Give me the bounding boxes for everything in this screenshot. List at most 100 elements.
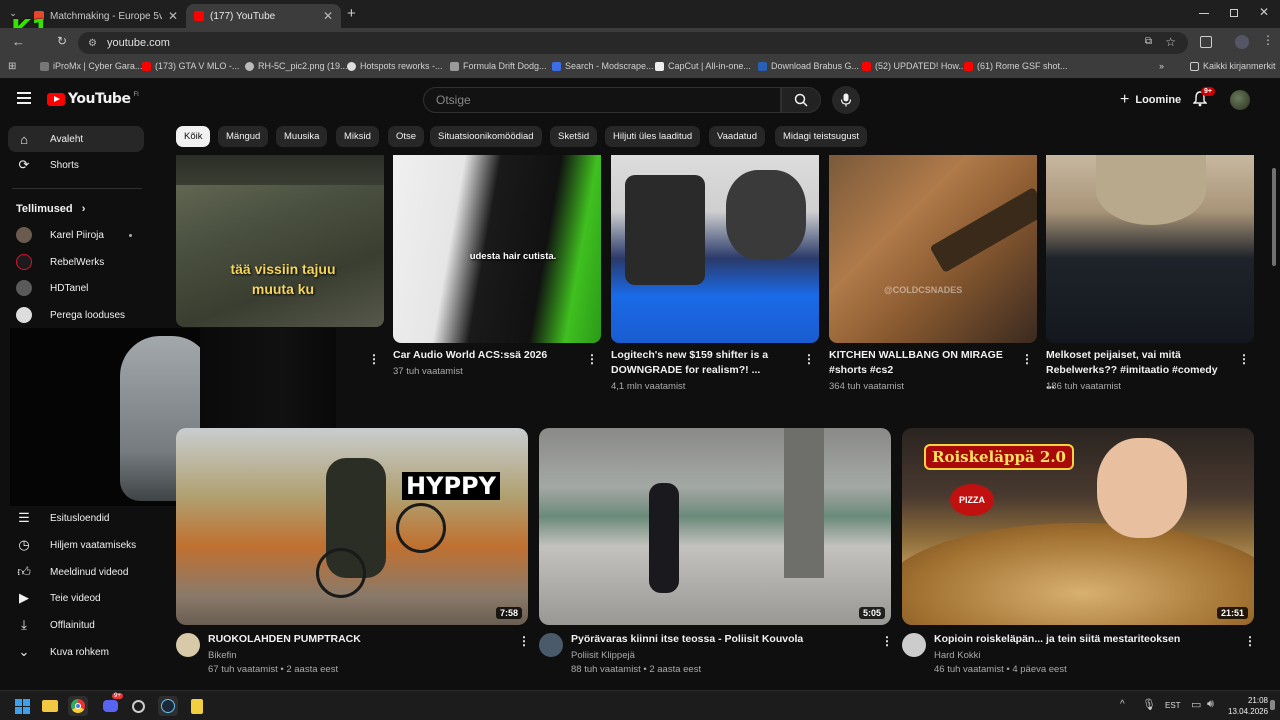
install-icon[interactable]: ⧉ bbox=[1145, 36, 1152, 47]
bookmark-star-icon[interactable]: ☆ bbox=[1165, 35, 1176, 49]
reload-icon[interactable]: ↻ bbox=[57, 34, 67, 48]
more-actions-icon[interactable]: ⋮ bbox=[803, 352, 815, 366]
restore-icon[interactable] bbox=[1230, 9, 1238, 17]
sidebar-item-playlists[interactable]: ☰ Esitusloendid bbox=[8, 505, 144, 531]
account-avatar[interactable] bbox=[1230, 90, 1250, 110]
bookmark-item[interactable]: CapCut | All-in-one... bbox=[655, 61, 751, 71]
video-title[interactable]: Pyörävaras kiinni itse teossa - Poliisit… bbox=[571, 633, 803, 645]
video-thumbnail[interactable]: Roiskeläppä 2.0 PIZZA 21:51 bbox=[902, 428, 1254, 625]
keyboard-layout[interactable]: EST bbox=[1165, 701, 1181, 710]
bookmark-item[interactable]: RH-5C_pic2.png (19... bbox=[245, 61, 348, 71]
short-thumbnail[interactable]: @COLDCSNADES bbox=[829, 155, 1037, 343]
voice-search-button[interactable] bbox=[832, 86, 860, 114]
discord-icon[interactable]: 9+ bbox=[100, 693, 123, 716]
apps-icon[interactable]: ⊞ bbox=[8, 61, 16, 72]
more-actions-icon[interactable]: ⋮ bbox=[586, 352, 598, 366]
chip-mixes[interactable]: Miksid bbox=[336, 126, 379, 147]
close-icon[interactable]: ✕ bbox=[168, 9, 178, 23]
bookmark-item[interactable]: (173) GTA V MLO -... bbox=[142, 61, 239, 71]
new-tab-button[interactable]: + bbox=[347, 5, 356, 22]
chip-recently-uploaded[interactable]: Hiljuti üles laaditud bbox=[605, 126, 701, 147]
bookmark-item[interactable]: (52) UPDATED! How... bbox=[862, 61, 966, 71]
subscription-item[interactable]: HDTanel bbox=[8, 275, 144, 301]
bookmark-item[interactable]: Formula Drift Dodg... bbox=[450, 61, 547, 71]
tab-youtube[interactable]: (177) YouTube ✕ bbox=[186, 4, 341, 28]
microphone-tray-icon[interactable]: 🎙︎ bbox=[1142, 698, 1156, 711]
chip-live[interactable]: Otse bbox=[388, 126, 425, 147]
tray-chevron-icon[interactable]: ^ bbox=[1120, 699, 1125, 710]
steam-icon[interactable] bbox=[158, 696, 178, 716]
sidebar-item-show-more[interactable]: ⌄ Kuva rohkem bbox=[8, 639, 144, 665]
more-actions-icon[interactable]: ⋮ bbox=[1244, 634, 1256, 648]
more-actions-icon[interactable]: ⋮ bbox=[1238, 352, 1250, 366]
address-bar[interactable]: ⚙ youtube.com ☆ ⧉ bbox=[78, 32, 1188, 54]
subscriptions-header[interactable]: Tellimused › bbox=[16, 203, 85, 215]
notes-icon[interactable] bbox=[187, 696, 207, 716]
chip-sitcoms[interactable]: Situatsioonikomöödiad bbox=[430, 126, 542, 147]
channel-avatar[interactable] bbox=[176, 633, 200, 657]
more-actions-icon[interactable]: ⋮ bbox=[518, 634, 530, 648]
menu-icon[interactable]: ⋮ bbox=[1262, 33, 1274, 47]
sidebar-item-home[interactable]: ⌂ Avaleht bbox=[8, 126, 144, 152]
notification-center-icon[interactable] bbox=[1270, 700, 1275, 710]
short-thumbnail[interactable] bbox=[1046, 155, 1254, 343]
short-thumbnail[interactable]: udesta hair cutista. bbox=[393, 155, 601, 343]
bookmark-item[interactable]: Search - Modscrape... bbox=[552, 61, 654, 71]
clock[interactable]: 21:08 13.04.2026 bbox=[1228, 695, 1268, 717]
page-scrollbar[interactable] bbox=[1272, 168, 1276, 266]
minimize-icon[interactable] bbox=[1199, 13, 1209, 14]
bookmark-item[interactable]: Download Brabus G... bbox=[758, 61, 859, 71]
app-icon[interactable] bbox=[128, 696, 148, 716]
more-actions-icon[interactable]: ⋮ bbox=[368, 352, 380, 366]
sidebar-item-shorts[interactable]: ⟳ Shorts bbox=[8, 152, 144, 178]
search-button[interactable] bbox=[781, 87, 821, 113]
short-thumbnail[interactable]: tää vissiin tajuu muuta ku bbox=[176, 155, 384, 327]
channel-avatar[interactable] bbox=[539, 633, 563, 657]
profile-avatar[interactable] bbox=[1235, 35, 1249, 49]
subscription-item[interactable]: Perega looduses bbox=[8, 302, 144, 328]
create-button[interactable]: + Loomine bbox=[1110, 87, 1191, 113]
more-actions-icon[interactable]: ⋮ bbox=[881, 634, 893, 648]
all-bookmarks-folder[interactable]: Kaikki kirjanmerkit bbox=[1190, 61, 1276, 71]
more-actions-icon[interactable]: ⋮ bbox=[1021, 352, 1033, 366]
close-icon[interactable]: ✕ bbox=[323, 9, 333, 23]
chip-watched[interactable]: Vaadatud bbox=[709, 126, 765, 147]
channel-avatar[interactable] bbox=[902, 633, 926, 657]
video-thumbnail[interactable]: HYPPY 7:58 bbox=[176, 428, 528, 625]
file-explorer-icon[interactable] bbox=[40, 696, 60, 716]
video-title[interactable]: Kopioin roiskeläpän... ja tein siitä mes… bbox=[934, 633, 1180, 645]
search-input[interactable]: Otsige bbox=[423, 87, 781, 113]
chrome-icon[interactable] bbox=[68, 696, 88, 716]
short-thumbnail[interactable] bbox=[611, 155, 819, 343]
channel-name[interactable]: Hard Kokki bbox=[934, 650, 980, 661]
chip-new-to-you[interactable]: Midagi teistsugust bbox=[775, 126, 868, 147]
channel-name[interactable]: Bikefin bbox=[208, 650, 237, 661]
short-title[interactable]: KITCHEN WALLBANG ON MIRAGE #shorts #cs2 bbox=[829, 348, 1009, 378]
more-bookmarks-icon[interactable]: » bbox=[1159, 61, 1164, 71]
subscription-item[interactable]: RebelWerks bbox=[8, 249, 144, 275]
video-title[interactable]: RUOKOLAHDEN PUMPTRACK bbox=[208, 633, 361, 645]
chip-gaming[interactable]: Mängud bbox=[218, 126, 269, 147]
chip-all[interactable]: Kõik bbox=[176, 126, 211, 147]
extensions-icon[interactable] bbox=[1200, 36, 1212, 48]
notifications-button[interactable]: 9+ bbox=[1192, 87, 1215, 110]
youtube-logo[interactable]: YouTube FI bbox=[47, 91, 139, 107]
short-title[interactable]: Car Audio World ACS:ssä 2026 bbox=[393, 348, 573, 363]
hamburger-menu-icon[interactable] bbox=[17, 92, 31, 104]
bookmark-item[interactable]: (61) Rome GSF shot... bbox=[964, 61, 1068, 71]
bookmark-item[interactable]: iProMx | Cyber Gara... bbox=[40, 61, 142, 71]
subscription-item[interactable]: Karel Piiroja bbox=[8, 222, 144, 248]
channel-name[interactable]: Poliisit Klippejä bbox=[571, 650, 635, 661]
close-window-icon[interactable]: ✕ bbox=[1259, 5, 1269, 19]
back-icon[interactable]: ← bbox=[12, 34, 25, 49]
sidebar-item-liked[interactable]: 👍︎ Meeldinud videod bbox=[8, 559, 144, 585]
video-thumbnail[interactable]: 5:05 bbox=[539, 428, 891, 625]
site-info-icon[interactable]: ⚙ bbox=[88, 38, 97, 49]
volume-icon[interactable]: 🔊︎ bbox=[1207, 698, 1214, 711]
windows-start-icon[interactable] bbox=[12, 696, 32, 716]
sidebar-item-your-videos[interactable]: ▶ Teie videod bbox=[8, 585, 144, 611]
chip-music[interactable]: Muusika bbox=[276, 126, 328, 147]
network-icon[interactable]: ▭ bbox=[1191, 698, 1201, 711]
chip-sketches[interactable]: Sketšid bbox=[550, 126, 598, 147]
sidebar-item-downloads[interactable]: ⤓ Offlainitud bbox=[8, 612, 144, 638]
